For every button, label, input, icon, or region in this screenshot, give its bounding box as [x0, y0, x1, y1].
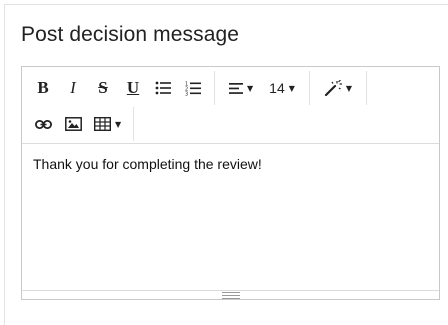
numbered-list-button[interactable]: 1 2 3	[178, 73, 208, 103]
text-format-group: B I S U 1 2 3	[22, 71, 215, 105]
numbered-list-icon: 1 2 3	[185, 81, 201, 96]
editor-toolbar: B I S U 1 2 3 ▼ 14 ▼ ▼ ▼	[22, 67, 439, 144]
italic-button[interactable]: I	[58, 73, 88, 103]
chevron-down-icon: ▼	[288, 83, 295, 93]
magic-wand-icon	[324, 80, 342, 96]
image-icon	[64, 117, 82, 131]
svg-text:3: 3	[185, 91, 188, 96]
chevron-down-icon: ▼	[247, 83, 254, 93]
alignment-group: ▼ 14 ▼	[215, 71, 310, 105]
bold-button[interactable]: B	[28, 73, 58, 103]
align-dropdown[interactable]: ▼	[221, 73, 261, 103]
chevron-down-icon: ▼	[115, 119, 122, 129]
insert-link-button[interactable]	[28, 109, 58, 139]
underline-button[interactable]: U	[118, 73, 148, 103]
rich-text-editor: B I S U 1 2 3 ▼ 14 ▼ ▼ ▼ Thank you for c…	[21, 66, 440, 300]
insert-group: ▼	[22, 107, 135, 141]
font-size-dropdown[interactable]: 14 ▼	[261, 73, 303, 103]
link-icon	[34, 119, 52, 129]
resize-handle[interactable]	[22, 290, 439, 299]
toolbar-row-1: B I S U 1 2 3 ▼ 14 ▼ ▼	[22, 69, 368, 107]
chevron-down-icon: ▼	[345, 83, 353, 93]
magic-group: ▼	[310, 71, 368, 105]
insert-table-dropdown[interactable]: ▼	[88, 109, 127, 139]
font-size-value: 14	[269, 80, 285, 96]
editor-content[interactable]: Thank you for completing the review!	[33, 156, 262, 172]
bullet-list-button[interactable]	[148, 73, 178, 103]
magic-wand-dropdown[interactable]: ▼	[316, 73, 360, 103]
insert-image-button[interactable]	[58, 109, 88, 139]
toolbar-row-2: ▼	[22, 105, 135, 143]
grip-icon	[221, 291, 240, 299]
section-title: Post decision message	[21, 23, 240, 46]
strikethrough-button[interactable]: S	[88, 73, 118, 103]
align-left-icon	[229, 82, 243, 94]
table-icon	[94, 117, 111, 131]
bullet-list-icon	[155, 81, 171, 95]
